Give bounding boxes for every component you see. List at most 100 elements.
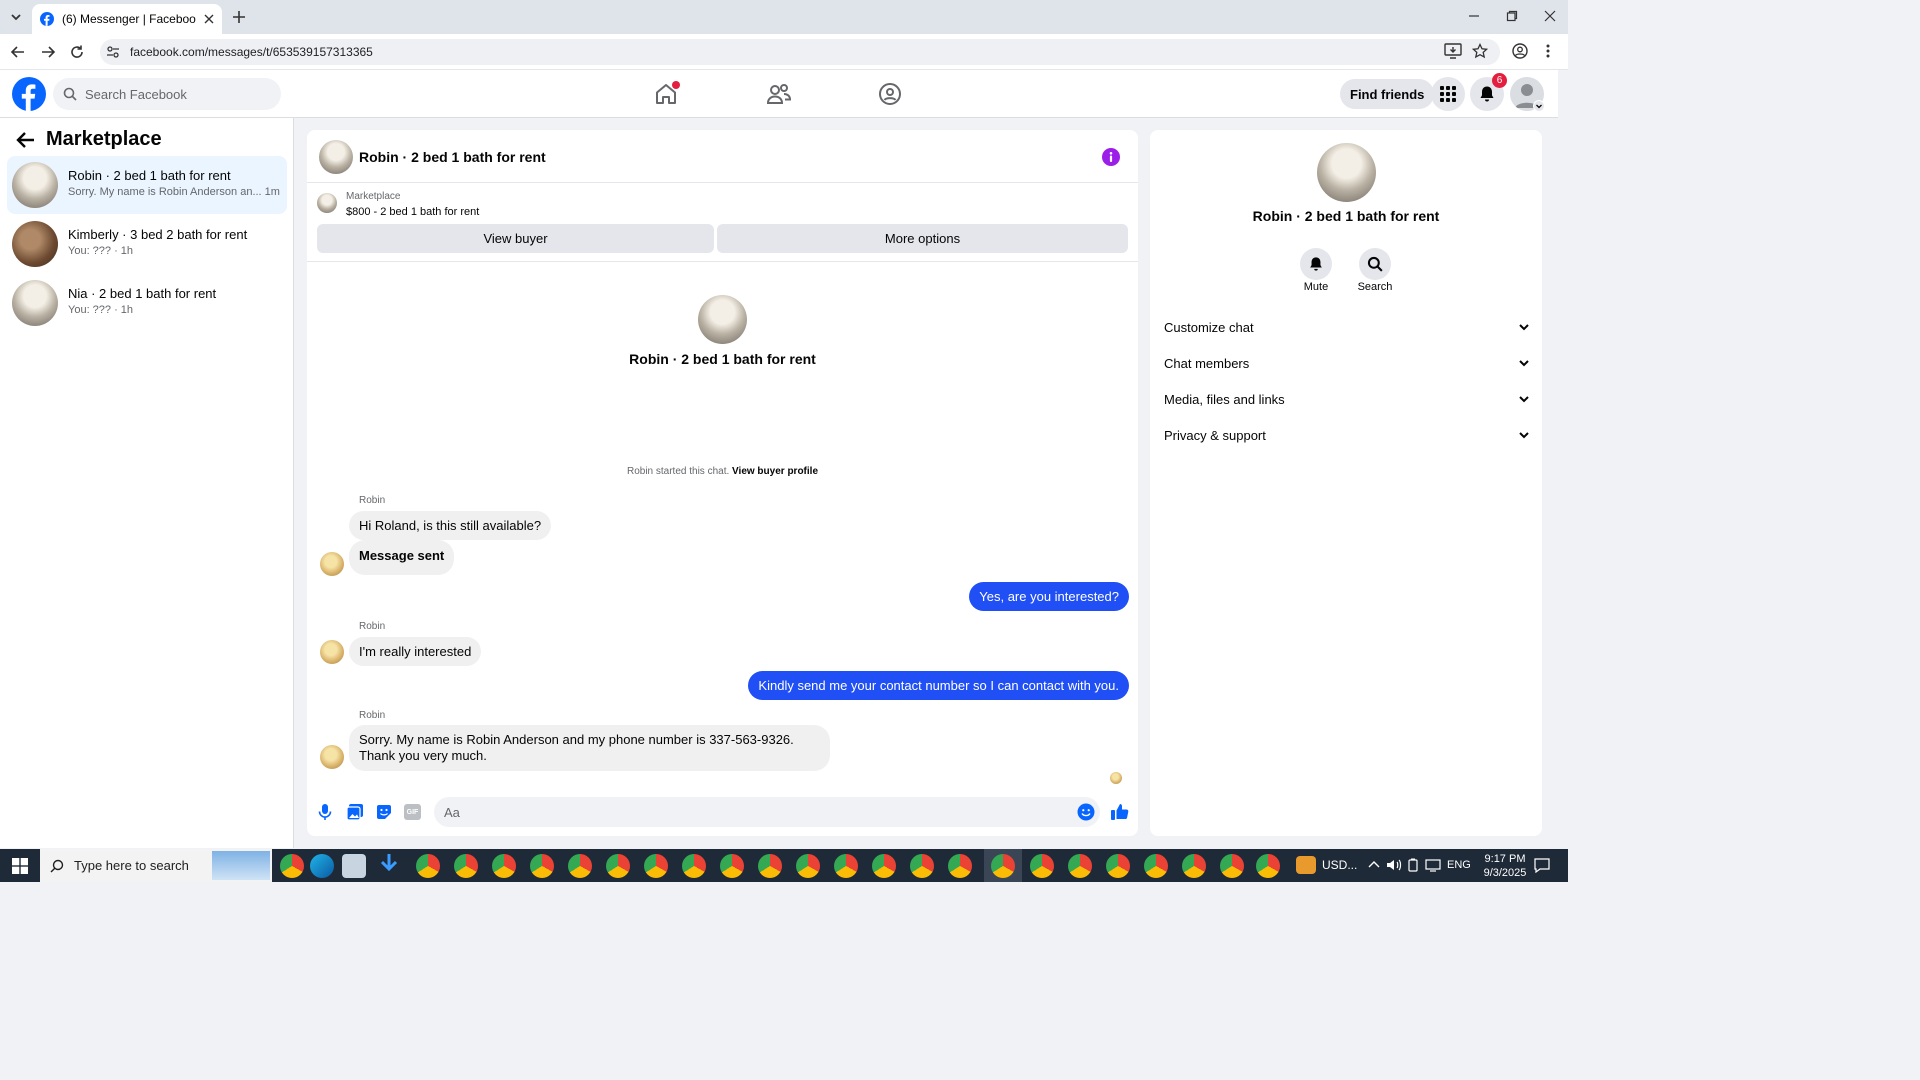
tab-list-chevron-icon[interactable] xyxy=(8,9,24,25)
account-chevron-icon[interactable] xyxy=(1533,100,1545,112)
chrome-profile-icon[interactable] xyxy=(416,854,440,878)
address-bar[interactable]: facebook.com/messages/t/653539157313365 xyxy=(100,39,1500,65)
microphone-icon[interactable] xyxy=(317,803,333,821)
media-files-links-row[interactable]: Media, files and links xyxy=(1164,381,1530,417)
photo-icon[interactable] xyxy=(346,803,364,821)
chrome-profile-icon[interactable] xyxy=(492,854,516,878)
chrome-profile-icon[interactable] xyxy=(796,854,820,878)
chrome-profile-icon[interactable] xyxy=(606,854,630,878)
conversation-item[interactable]: Kimberly · 3 bed 2 bath for rent You: ??… xyxy=(7,215,287,273)
app-icon[interactable] xyxy=(342,854,366,878)
chat-title[interactable]: Robin · 2 bed 1 bath for rent xyxy=(359,149,546,165)
back-arrow-icon[interactable] xyxy=(16,131,36,149)
chrome-profile-icon[interactable] xyxy=(834,854,858,878)
reload-icon[interactable] xyxy=(69,44,85,60)
search-icon xyxy=(63,87,77,101)
new-tab-icon[interactable] xyxy=(232,10,246,24)
browser-menu-icon[interactable] xyxy=(1546,43,1550,59)
chrome-profile-icon[interactable] xyxy=(1030,854,1054,878)
chrome-profile-icon[interactable] xyxy=(1068,854,1092,878)
chrome-profile-icon[interactable] xyxy=(1106,854,1130,878)
url-text[interactable]: facebook.com/messages/t/653539157313365 xyxy=(130,45,373,59)
friends-icon[interactable] xyxy=(766,82,792,106)
chrome-profile-icon[interactable] xyxy=(872,854,896,878)
chrome-profile-icon[interactable] xyxy=(530,854,554,878)
chat-members-row[interactable]: Chat members xyxy=(1164,345,1530,381)
facebook-logo-icon[interactable] xyxy=(12,77,46,111)
currency-widget-icon[interactable] xyxy=(1296,856,1316,874)
privacy-support-row[interactable]: Privacy & support xyxy=(1164,417,1530,453)
sticker-icon[interactable] xyxy=(375,803,393,821)
conversation-item[interactable]: Nia · 2 bed 1 bath for rent You: ??? · 1… xyxy=(7,274,287,332)
info-icon[interactable] xyxy=(1102,148,1120,166)
tray-chevron-up-icon[interactable] xyxy=(1368,860,1380,870)
incoming-message[interactable]: Hi Roland, is this still available? xyxy=(349,511,552,540)
view-buyer-profile-link[interactable]: View buyer profile xyxy=(732,466,818,477)
clock-time: 9:17 PM xyxy=(1484,853,1526,865)
outgoing-message[interactable]: Kindly send me your contact number so I … xyxy=(748,671,1129,700)
chrome-profile-icon[interactable] xyxy=(720,854,744,878)
action-center-icon[interactable] xyxy=(1534,857,1550,873)
thumbs-up-icon[interactable] xyxy=(1110,802,1129,821)
chrome-profile-icon[interactable] xyxy=(991,854,1015,878)
close-tab-icon[interactable] xyxy=(204,14,214,24)
chrome-icon[interactable] xyxy=(280,854,304,878)
currency-widget-text[interactable]: USD... xyxy=(1322,858,1357,872)
incoming-message[interactable]: I'm really interested xyxy=(349,637,482,666)
gif-icon[interactable]: GIF xyxy=(404,804,421,820)
chrome-profile-icon[interactable] xyxy=(454,854,478,878)
conversation-preview: You: ??? · 1h xyxy=(68,304,134,316)
volume-icon[interactable] xyxy=(1386,858,1402,872)
chrome-profile-icon[interactable] xyxy=(644,854,668,878)
menu-grid-button[interactable] xyxy=(1431,77,1465,111)
conversation-preview: You: ??? · 1h xyxy=(68,245,134,257)
bookmark-star-icon[interactable] xyxy=(1472,43,1488,59)
profile-icon[interactable] xyxy=(1512,43,1528,59)
restore-icon[interactable] xyxy=(1506,10,1518,22)
chrome-profile-icon[interactable] xyxy=(682,854,706,878)
battery-icon[interactable] xyxy=(1407,858,1419,872)
chrome-profile-icon[interactable] xyxy=(948,854,972,878)
groups-icon[interactable] xyxy=(878,82,902,106)
clock[interactable]: 9:17 PM 9/3/2025 xyxy=(1476,852,1534,880)
close-window-icon[interactable] xyxy=(1544,10,1556,22)
chrome-profile-icon[interactable] xyxy=(1182,854,1206,878)
chrome-profile-icon[interactable] xyxy=(910,854,934,878)
site-settings-icon[interactable] xyxy=(106,45,120,59)
chrome-profile-icon[interactable] xyxy=(758,854,782,878)
install-app-icon[interactable] xyxy=(1444,43,1462,59)
incoming-message[interactable]: Sorry. My name is Robin Anderson and my … xyxy=(349,725,830,771)
facebook-search[interactable]: Search Facebook xyxy=(53,78,281,110)
minimize-icon[interactable] xyxy=(1468,10,1480,22)
listing-summary[interactable]: $800 - 2 bed 1 bath for rent xyxy=(346,206,479,218)
conversation-item[interactable]: Robin · 2 bed 1 bath for rent Sorry. My … xyxy=(7,156,287,214)
view-buyer-button[interactable]: View buyer xyxy=(317,224,714,253)
emoji-icon[interactable] xyxy=(1077,803,1095,821)
sender-avatar[interactable] xyxy=(320,640,344,664)
chrome-profile-icon[interactable] xyxy=(1144,854,1168,878)
chrome-profile-icon[interactable] xyxy=(1256,854,1280,878)
chat-avatar[interactable] xyxy=(319,140,353,174)
chrome-profile-icon[interactable] xyxy=(568,854,592,878)
browser-tab[interactable]: (6) Messenger | Facebook xyxy=(32,4,222,34)
find-friends-button[interactable]: Find friends xyxy=(1340,79,1435,109)
network-icon[interactable] xyxy=(1425,858,1441,872)
more-options-button[interactable]: More options xyxy=(717,224,1128,253)
search-in-chat-button[interactable] xyxy=(1359,248,1391,280)
back-icon[interactable] xyxy=(10,44,26,60)
edge-icon[interactable] xyxy=(310,854,334,878)
page-scrollbar[interactable] xyxy=(1558,70,1568,849)
windows-start-icon[interactable] xyxy=(12,858,28,874)
chrome-profile-icon[interactable] xyxy=(1220,854,1244,878)
mute-button[interactable] xyxy=(1300,248,1332,280)
sender-avatar[interactable] xyxy=(320,745,344,769)
outgoing-message[interactable]: Yes, are you interested? xyxy=(969,582,1129,611)
download-icon[interactable] xyxy=(378,852,400,876)
message-input[interactable]: Aa xyxy=(434,797,1100,827)
incoming-message[interactable]: Message sent xyxy=(349,540,455,575)
city-skyline-widget-icon[interactable] xyxy=(212,851,270,880)
customize-chat-row[interactable]: Customize chat xyxy=(1164,309,1530,345)
sender-avatar[interactable] xyxy=(320,552,344,576)
language-indicator[interactable]: ENG xyxy=(1447,859,1471,871)
forward-icon[interactable] xyxy=(40,44,56,60)
